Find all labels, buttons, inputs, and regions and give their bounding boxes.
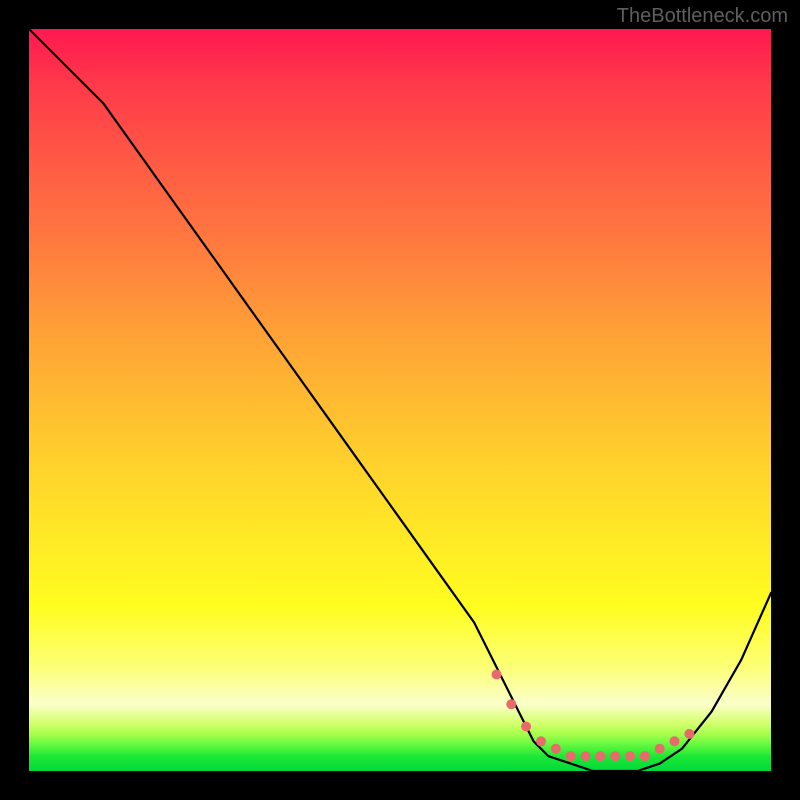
dot [551, 744, 561, 754]
dot [536, 736, 546, 746]
optimal-range-dots [492, 670, 695, 762]
dot [625, 751, 635, 761]
dot [670, 736, 680, 746]
watermark-text: TheBottleneck.com [617, 5, 788, 28]
chart-svg [29, 29, 771, 771]
dot [492, 670, 502, 680]
dot [521, 722, 531, 732]
bottleneck-curve [29, 29, 771, 771]
dot [581, 751, 591, 761]
dot [595, 751, 605, 761]
dot [684, 729, 694, 739]
dot [566, 751, 576, 761]
dot [655, 744, 665, 754]
dot [610, 751, 620, 761]
plot-area [29, 29, 771, 771]
dot [506, 699, 516, 709]
dot [640, 751, 650, 761]
